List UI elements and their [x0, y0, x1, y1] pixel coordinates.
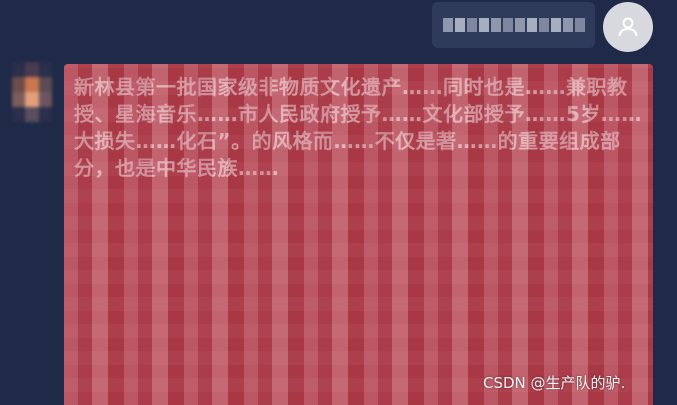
- chat-window: 新林县第一批国家级非物质文化遗产……同时也是……兼职教授、星海音乐……市人民政府…: [0, 0, 677, 405]
- user-icon: [618, 17, 638, 37]
- pixelated-user-text: [442, 18, 585, 32]
- user-avatar[interactable]: [603, 2, 653, 52]
- csdn-watermark: CSDN @生产队的驴.: [483, 374, 626, 392]
- user-message-row: [0, 0, 677, 60]
- bot-message-text: 新林县第一批国家级非物质文化遗产……同时也是……兼职教授、星海音乐……市人民政府…: [74, 75, 642, 180]
- user-message-bubble: [432, 2, 595, 48]
- bot-avatar: [12, 62, 52, 122]
- bot-message-bubble: 新林县第一批国家级非物质文化遗产……同时也是……兼职教授、星海音乐……市人民政府…: [64, 64, 653, 405]
